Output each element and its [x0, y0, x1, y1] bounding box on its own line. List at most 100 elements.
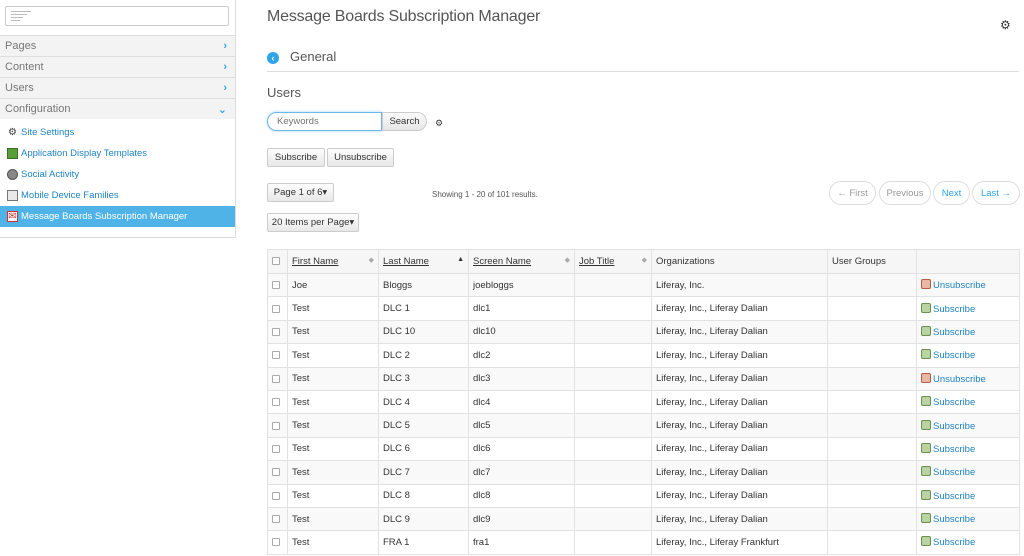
column-header-last-name[interactable]: Last Name ▲	[378, 249, 469, 274]
back-arrow-icon[interactable]: ‹	[267, 52, 279, 64]
sidebar-section-label: Pages	[5, 40, 37, 52]
menu-lines-icon	[11, 11, 31, 22]
unsubscribe-button[interactable]: Unsubscribe	[327, 148, 394, 167]
job-title-cell	[574, 296, 652, 321]
last-name-cell: DLC 1	[378, 296, 469, 321]
gear-icon[interactable]: ⚙	[1000, 18, 1011, 32]
screen-name-cell: dlc10	[468, 319, 575, 345]
row-checkbox[interactable]	[267, 483, 288, 508]
job-title-cell	[574, 319, 652, 345]
sidebar-item-message-boards-subscription-manager[interactable]: ✉ Message Boards Subscription Manager	[0, 206, 235, 227]
chevron-right-icon: ›	[223, 40, 227, 52]
subscribe-link[interactable]: Subscribe	[921, 325, 975, 338]
first-name-cell: Test	[287, 413, 379, 438]
sidebar-item-label: Site Settings	[21, 127, 75, 138]
subscribe-link[interactable]: Subscribe	[921, 536, 975, 548]
sidebar-section-users[interactable]: Users ›	[0, 77, 235, 98]
subscribe-link[interactable]: Subscribe	[921, 489, 975, 502]
subscribe-link[interactable]: Subscribe	[921, 349, 975, 361]
items-per-page-dropdown[interactable]: 20 Items per Page ▾	[267, 213, 359, 232]
row-checkbox[interactable]	[267, 296, 288, 321]
first-name-cell: Test	[287, 530, 379, 555]
column-header-label: First Name	[292, 256, 339, 267]
screen-name-cell: dlc4	[468, 389, 575, 415]
row-checkbox[interactable]	[267, 413, 288, 438]
sidebar-section-label: Configuration	[5, 103, 71, 115]
table-row: Test DLC 7 dlc7 Liferay, Inc., Liferay Dali…	[267, 460, 1020, 485]
column-header-actions	[916, 249, 1020, 274]
next-page-button[interactable]: Next	[933, 181, 970, 205]
subscribe-icon	[921, 536, 931, 547]
sort-icon: ◆	[368, 257, 374, 264]
row-checkbox[interactable]	[267, 460, 288, 485]
user-groups-cell	[827, 366, 917, 391]
unsubscribe-link[interactable]: Unsubscribe	[921, 372, 986, 385]
sidebar-item-label: Message Boards Subscription Manager	[21, 211, 188, 222]
organizations-cell: Liferay, Inc., Liferay Dalian	[651, 366, 828, 391]
column-header-screen-name[interactable]: Screen Name ◆	[468, 249, 575, 274]
last-name-cell: DLC 6	[378, 436, 469, 462]
sidebar-sections: Pages › Content › Users › Configuration …	[0, 35, 235, 119]
screen-name-cell: dlc8	[468, 483, 575, 508]
first-name-cell: Test	[287, 343, 379, 368]
column-header-label: Job Title	[579, 256, 615, 267]
column-header-job-title[interactable]: Job Title ◆	[574, 249, 652, 274]
column-header-first-name[interactable]: First Name ◆	[287, 249, 379, 274]
screen-name-cell: dlc6	[468, 436, 575, 462]
row-checkbox[interactable]	[267, 272, 288, 298]
subscribe-button[interactable]: Subscribe	[267, 148, 325, 167]
first-page-button[interactable]: ← First	[829, 181, 876, 205]
sidebar-item-application-display-templates[interactable]: Application Display Templates	[0, 143, 235, 164]
job-title-cell	[574, 530, 652, 555]
action-label: Unsubscribe	[933, 373, 986, 385]
row-checkbox[interactable]	[267, 506, 288, 532]
row-checkbox[interactable]	[267, 366, 288, 391]
subscribe-icon	[921, 396, 931, 407]
chevron-down-icon: ⌄	[217, 103, 227, 116]
mobile-device-icon	[7, 190, 18, 201]
sidebar-section-content[interactable]: Content ›	[0, 56, 235, 77]
sidebar-section-pages[interactable]: Pages ›	[0, 35, 235, 56]
subscribe-link[interactable]: Subscribe	[921, 442, 975, 455]
organizations-cell: Liferay, Inc., Liferay Dalian	[651, 460, 828, 485]
sidebar-item-social-activity[interactable]: Social Activity	[0, 164, 235, 185]
caret-down-icon: ▾	[349, 217, 355, 228]
action-cell: Subscribe	[916, 296, 1020, 321]
organizations-cell: Liferay, Inc., Liferay Dalian	[651, 343, 828, 368]
divider	[267, 71, 1019, 72]
first-name-cell: Test	[287, 483, 379, 508]
user-groups-cell	[827, 389, 917, 415]
action-label: Subscribe	[933, 420, 976, 432]
section-title: General	[290, 49, 337, 64]
sidebar-item-site-settings[interactable]: ⚙ Site Settings	[0, 122, 235, 143]
screen-name-cell: dlc5	[468, 413, 575, 438]
keywords-search-input[interactable]	[267, 112, 382, 131]
subscribe-link[interactable]: Subscribe	[921, 302, 975, 315]
page-selector-dropdown[interactable]: Page 1 of 6 ▾	[267, 183, 334, 202]
previous-page-button[interactable]: Previous	[879, 181, 931, 205]
gear-icon[interactable]: ⚙	[435, 118, 443, 129]
subscribe-link[interactable]: Subscribe	[921, 513, 975, 525]
sidebar-section-configuration[interactable]: Configuration ⌄	[0, 98, 235, 119]
action-cell: Subscribe	[916, 436, 1020, 462]
column-header-label: Screen Name	[473, 256, 532, 267]
last-page-button[interactable]: Last →	[972, 181, 1020, 205]
action-label: Subscribe	[933, 397, 976, 409]
search-button[interactable]: Search	[382, 112, 427, 131]
action-cell: Subscribe	[916, 319, 1020, 345]
column-header-user-groups: User Groups	[827, 249, 917, 274]
subscribe-link[interactable]: Subscribe	[921, 466, 975, 478]
sidebar-search-input[interactable]	[5, 6, 229, 26]
row-checkbox[interactable]	[267, 436, 288, 462]
subscribe-link[interactable]: Subscribe	[921, 419, 976, 432]
select-all-checkbox[interactable]	[267, 249, 288, 274]
row-checkbox[interactable]	[267, 343, 288, 368]
job-title-cell	[574, 460, 652, 485]
row-checkbox[interactable]	[267, 389, 288, 415]
row-checkbox[interactable]	[267, 530, 288, 555]
last-name-cell: Bloggs	[378, 272, 469, 298]
sidebar-item-mobile-device-families[interactable]: Mobile Device Families	[0, 185, 235, 206]
row-checkbox[interactable]	[267, 319, 288, 345]
unsubscribe-link[interactable]: Unsubscribe	[921, 279, 986, 291]
subscribe-link[interactable]: Subscribe	[921, 396, 976, 409]
